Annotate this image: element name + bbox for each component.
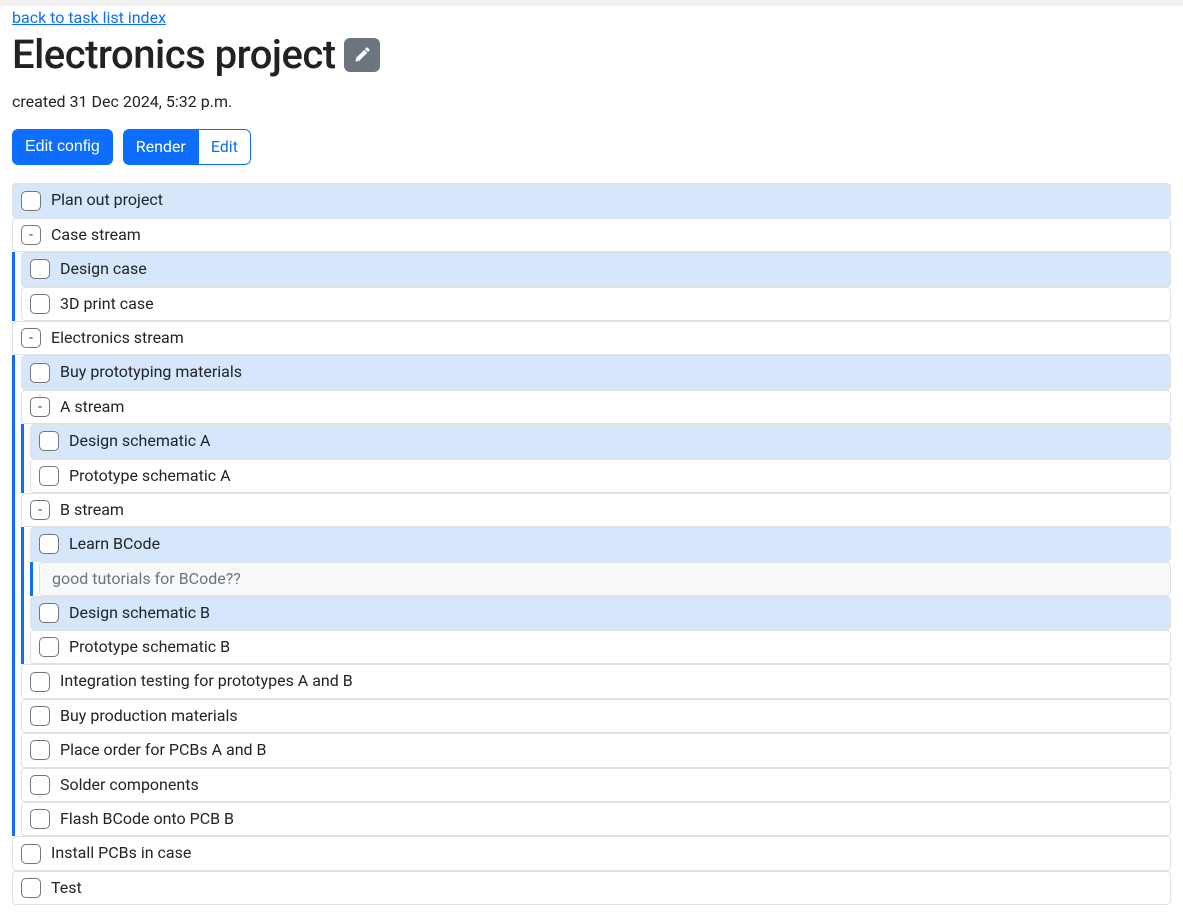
task-row: Integration testing for prototypes A and… <box>21 664 1171 698</box>
task-label: Learn BCode <box>69 533 160 555</box>
task-label: Solder components <box>60 774 199 796</box>
task-checkbox[interactable] <box>39 603 59 623</box>
task-label: Design case <box>60 258 147 280</box>
task-tree: Plan out project Case stream Design case 3D… <box>12 183 1171 905</box>
task-item: Design schematic A <box>30 424 1171 458</box>
task-label: Plan out project <box>51 189 163 211</box>
task-checkbox[interactable] <box>30 706 50 726</box>
task-row: Design case <box>21 252 1171 286</box>
task-row: Plan out project <box>12 183 1171 217</box>
back-link[interactable]: back to task list index <box>12 8 166 27</box>
task-row: Buy prototyping materials <box>21 355 1171 389</box>
task-label: Integration testing for prototypes A and… <box>60 670 353 692</box>
task-row: Buy production materials <box>21 699 1171 733</box>
task-row: Install PCBs in case <box>12 836 1171 870</box>
task-label: Prototype schematic A <box>69 465 231 487</box>
task-item: Install PCBs in case <box>12 836 1171 870</box>
task-label: Case stream <box>51 224 141 246</box>
task-checkbox[interactable] <box>39 534 59 554</box>
collapse-toggle[interactable] <box>21 328 41 348</box>
action-buttons: Edit config Render Edit <box>12 129 1171 165</box>
task-item: Learn BCode good tutorials for BCode?? <box>30 527 1171 595</box>
task-row: Design schematic A <box>30 424 1171 458</box>
task-item: 3D print case <box>21 287 1171 321</box>
task-checkbox[interactable] <box>39 431 59 451</box>
render-tab[interactable]: Render <box>123 129 199 165</box>
task-checkbox[interactable] <box>30 809 50 829</box>
task-row: Prototype schematic B <box>30 630 1171 664</box>
task-row: 3D print case <box>21 287 1171 321</box>
task-row: Solder components <box>21 768 1171 802</box>
task-label: Prototype schematic B <box>69 636 230 658</box>
task-row: good tutorials for BCode?? <box>39 562 1171 596</box>
task-checkbox[interactable] <box>30 259 50 279</box>
task-checkbox[interactable] <box>30 672 50 692</box>
task-label: A stream <box>60 396 124 418</box>
task-label: Buy prototyping materials <box>60 361 242 383</box>
task-item: Solder components <box>21 768 1171 802</box>
task-item: Flash BCode onto PCB B <box>21 802 1171 836</box>
task-checkbox[interactable] <box>30 363 50 383</box>
task-item: Buy production materials <box>21 699 1171 733</box>
task-label: Design schematic B <box>69 602 210 624</box>
task-label: Place order for PCBs A and B <box>60 739 267 761</box>
stream-item: A stream Design schematic A Prototype sche… <box>21 390 1171 493</box>
page-title: Electronics project <box>12 31 336 78</box>
task-row: Prototype schematic A <box>30 459 1171 493</box>
view-mode-toggle: Render Edit <box>123 129 251 165</box>
edit-title-button[interactable] <box>344 38 380 72</box>
task-label: Flash BCode onto PCB B <box>60 808 234 830</box>
stream-item: Electronics stream Buy prototyping materi… <box>12 321 1171 836</box>
task-row: Place order for PCBs A and B <box>21 733 1171 767</box>
task-checkbox[interactable] <box>30 740 50 760</box>
created-timestamp: created 31 Dec 2024, 5:32 p.m. <box>12 92 1171 111</box>
task-checkbox[interactable] <box>21 844 41 864</box>
task-row: Design schematic B <box>30 596 1171 630</box>
task-row: Case stream <box>12 218 1171 252</box>
stream-item: B stream Learn BCode good tutorials for BC… <box>21 493 1171 665</box>
task-row: Test <box>12 871 1171 905</box>
task-item: Design case <box>21 252 1171 286</box>
task-item: Buy prototyping materials <box>21 355 1171 389</box>
task-item: Prototype schematic B <box>30 630 1171 664</box>
task-checkbox[interactable] <box>30 775 50 795</box>
task-row: Learn BCode <box>30 527 1171 561</box>
task-label: 3D print case <box>60 293 154 315</box>
task-label: Electronics stream <box>51 327 184 349</box>
task-item: Place order for PCBs A and B <box>21 733 1171 767</box>
task-checkbox[interactable] <box>30 294 50 314</box>
task-row: B stream <box>21 493 1171 527</box>
task-checkbox[interactable] <box>21 878 41 898</box>
task-label: B stream <box>60 499 124 521</box>
task-label: Install PCBs in case <box>51 842 191 864</box>
collapse-toggle[interactable] <box>30 500 50 520</box>
task-checkbox[interactable] <box>39 637 59 657</box>
task-row: A stream <box>21 390 1171 424</box>
task-row: Electronics stream <box>12 321 1171 355</box>
task-item: Test <box>12 871 1171 905</box>
collapse-toggle[interactable] <box>30 397 50 417</box>
note-text: good tutorials for BCode?? <box>48 569 241 588</box>
task-item: Prototype schematic A <box>30 459 1171 493</box>
task-item: Plan out project <box>12 183 1171 217</box>
task-item: Design schematic B <box>30 596 1171 630</box>
task-checkbox[interactable] <box>21 191 41 211</box>
task-label: Buy production materials <box>60 705 238 727</box>
task-label: Test <box>51 877 82 899</box>
task-label: Design schematic A <box>69 430 211 452</box>
pencil-icon <box>354 47 370 63</box>
task-checkbox[interactable] <box>39 466 59 486</box>
task-row: Flash BCode onto PCB B <box>21 802 1171 836</box>
stream-item: Case stream Design case 3D print case <box>12 218 1171 321</box>
edit-config-button[interactable]: Edit config <box>12 129 113 165</box>
task-item: Integration testing for prototypes A and… <box>21 664 1171 698</box>
edit-tab[interactable]: Edit <box>199 129 251 165</box>
note-item: good tutorials for BCode?? <box>39 562 1171 596</box>
collapse-toggle[interactable] <box>21 225 41 245</box>
